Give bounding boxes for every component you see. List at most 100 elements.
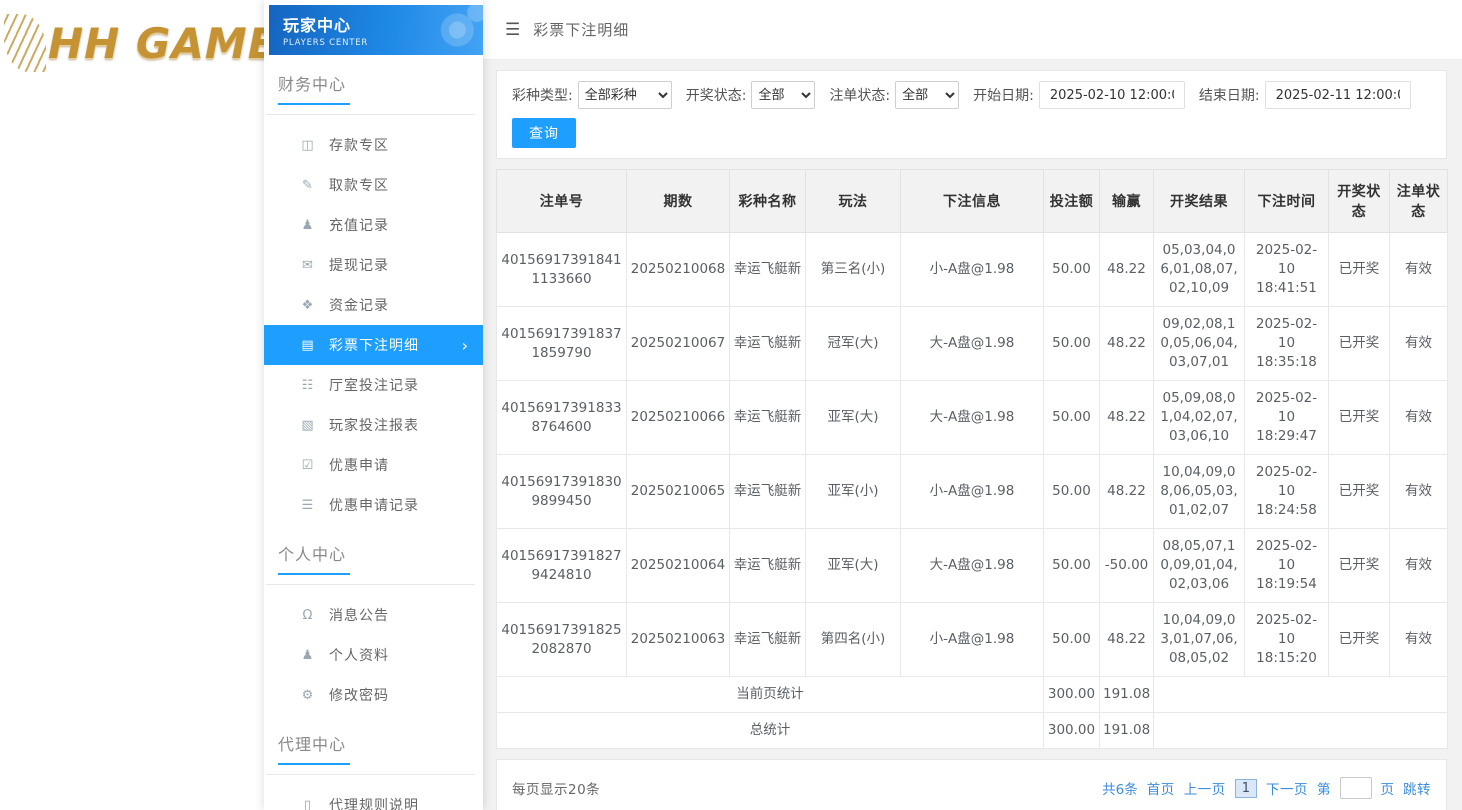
cashout-record-icon: ✉ — [300, 258, 316, 273]
column-header: 开奖结果 — [1154, 170, 1245, 233]
column-header: 玩法 — [806, 170, 901, 233]
table-cell: 大-A盘@1.98 — [901, 381, 1044, 455]
table-cell: 有效 — [1390, 381, 1448, 455]
announcement-bell-icon: Ω — [300, 608, 316, 623]
sidebar-item[interactable]: ♟充值记录 — [264, 205, 483, 245]
table-cell: 20250210065 — [627, 455, 730, 529]
pagination-jump-button[interactable]: 跳转 — [1403, 778, 1431, 798]
table-cell: 亚军(大) — [806, 529, 901, 603]
sidebar-item[interactable]: ❖资金记录 — [264, 285, 483, 325]
table-summary: 当前页统计 300.00 191.08 总统计 300.00 191.08 — [497, 677, 1448, 749]
search-button[interactable]: 查询 — [512, 118, 576, 148]
logo: HH GAME — [4, 14, 277, 72]
sidebar-section-title: 代理中心 — [264, 715, 483, 765]
table-cell: 2025-02-10 18:29:47 — [1245, 381, 1329, 455]
table-cell: 已开奖 — [1329, 603, 1390, 677]
table-body: 40156917391841113366020250210068幸运飞艇新第三名… — [497, 233, 1448, 677]
table-cell: 401569173918252082870 — [497, 603, 627, 677]
start-date-input[interactable] — [1039, 81, 1185, 109]
table-cell: 已开奖 — [1329, 233, 1390, 307]
grand-summary-empty — [1154, 713, 1448, 749]
pagination-jump-input[interactable] — [1340, 777, 1372, 799]
table-cell: 幸运飞艇新 — [730, 233, 806, 307]
pagination: 共6条 首页 上一页 1 下一页 第 页 跳转 — [1093, 777, 1431, 799]
change-password-gear-icon: ⚙ — [300, 688, 316, 703]
promo-apply-record-icon: ☰ — [300, 498, 316, 513]
column-header: 输赢 — [1100, 170, 1154, 233]
table-cell: 09,02,08,10,05,06,04,03,07,01 — [1154, 307, 1245, 381]
sidebar-item[interactable]: ✉提现记录 — [264, 245, 483, 285]
logo-text: HH GAME — [48, 19, 277, 68]
sidebar-item[interactable]: ◫存款专区 — [264, 125, 483, 165]
footer-panel: 每页显示20条 共6条 首页 上一页 1 下一页 第 页 跳转 — [496, 759, 1447, 810]
table-cell: 48.22 — [1100, 233, 1154, 307]
sidebar-item[interactable]: ☷ 厅室投注记录 — [264, 365, 483, 405]
sidebar-item[interactable]: ☑ 优惠申请 — [264, 445, 483, 485]
pagination-next-link[interactable]: 下一页 — [1266, 778, 1308, 798]
table-cell: 亚军(大) — [806, 381, 901, 455]
column-header: 下注信息 — [901, 170, 1044, 233]
pagination-total: 共6条 — [1102, 778, 1138, 798]
table-cell: 401569173918338764600 — [497, 381, 627, 455]
sidebar-item[interactable]: ♟个人资料 — [264, 635, 483, 675]
table-row: 40156917391830989945020250210065幸运飞艇新亚军(… — [497, 455, 1448, 529]
hamburger-menu-icon[interactable]: ☰ — [505, 20, 520, 40]
sidebar-item[interactable]: ▯代理规则说明 — [264, 785, 483, 810]
draw-status-select[interactable]: 全部 — [751, 81, 815, 109]
table-cell: 幸运飞艇新 — [730, 455, 806, 529]
sidebar-item[interactable]: ▧玩家投注报表 — [264, 405, 483, 445]
sidebar-item[interactable]: ▤彩票下注明细› — [264, 325, 483, 365]
grand-summary-winloss-total: 191.08 — [1100, 713, 1154, 749]
sidebar-item[interactable]: ⚙修改密码 — [264, 675, 483, 715]
table-cell: 冠军(大) — [806, 307, 901, 381]
app-window: HH GAME 玩家中心 PLAYERS CENTER 财务中心◫存款专区✎取款… — [0, 0, 1462, 810]
table-cell: 幸运飞艇新 — [730, 307, 806, 381]
table-cell: 05,09,08,01,04,02,07,03,06,10 — [1154, 381, 1245, 455]
topbar: ☰ 彩票下注明细 — [483, 0, 1462, 60]
table-cell: 亚军(小) — [806, 455, 901, 529]
promo-apply-icon: ☑ — [300, 458, 316, 473]
pagination-first-link[interactable]: 首页 — [1147, 778, 1175, 798]
sidebar-item-label: 优惠申请 — [329, 455, 389, 475]
page-summary-label: 当前页统计 — [497, 677, 1044, 713]
column-header: 期数 — [627, 170, 730, 233]
table-cell: 小-A盘@1.98 — [901, 603, 1044, 677]
sidebar-section-divider — [266, 584, 475, 585]
sidebar-item[interactable]: ☰ 优惠申请记录 — [264, 485, 483, 525]
table-cell: 48.22 — [1100, 307, 1154, 381]
sidebar-section-divider — [266, 114, 475, 115]
lottery-type-select[interactable]: 全部彩种 — [578, 81, 672, 109]
pagination-current-page[interactable]: 1 — [1235, 779, 1257, 798]
table-cell: 已开奖 — [1329, 529, 1390, 603]
sidebar-item[interactable]: ✎取款专区 — [264, 165, 483, 205]
grand-summary-label: 总统计 — [497, 713, 1044, 749]
sidebar-section-title: 个人中心 — [264, 525, 483, 575]
per-page-text: 每页显示20条 — [512, 778, 600, 798]
header-row: 注单号期数彩种名称玩法下注信息投注额输赢开奖结果下注时间开奖状态注单状态 — [497, 170, 1448, 233]
table-cell: 08,05,07,10,09,01,04,02,03,06 — [1154, 529, 1245, 603]
pagination-prev-link[interactable]: 上一页 — [1184, 778, 1226, 798]
table-cell: 20250210068 — [627, 233, 730, 307]
bets-table: 注单号期数彩种名称玩法下注信息投注额输赢开奖结果下注时间开奖状态注单状态 401… — [496, 169, 1448, 749]
page-summary-bet-total: 300.00 — [1044, 677, 1100, 713]
table-cell: 48.22 — [1100, 603, 1154, 677]
room-bet-record-icon: ☷ — [300, 378, 316, 393]
table-head: 注单号期数彩种名称玩法下注信息投注额输赢开奖结果下注时间开奖状态注单状态 — [497, 170, 1448, 233]
order-status-select[interactable]: 全部 — [895, 81, 959, 109]
table-row: 40156917391833876460020250210066幸运飞艇新亚军(… — [497, 381, 1448, 455]
table-cell: 05,03,04,06,01,08,07,02,10,09 — [1154, 233, 1245, 307]
table-cell: 20250210064 — [627, 529, 730, 603]
sidebar-item-label: 厅室投注记录 — [329, 375, 419, 395]
sidebar-item-label: 充值记录 — [329, 215, 389, 235]
content: 彩种类型: 全部彩种 开奖状态: 全部 注单状态: 全部 开始日期: 结束日期: — [483, 60, 1462, 810]
sidebar-item[interactable]: Ω消息公告 — [264, 595, 483, 635]
end-date-input[interactable] — [1265, 81, 1411, 109]
sidebar-item-label: 优惠申请记录 — [329, 495, 419, 515]
end-date-label: 结束日期: — [1199, 85, 1260, 105]
table-cell: 10,04,09,08,06,05,03,01,02,07 — [1154, 455, 1245, 529]
column-header: 开奖状态 — [1329, 170, 1390, 233]
table-cell: 50.00 — [1044, 529, 1100, 603]
table-cell: 401569173918371859790 — [497, 307, 627, 381]
sidebar-item-label: 资金记录 — [329, 295, 389, 315]
grand-summary-row: 总统计 300.00 191.08 — [497, 713, 1448, 749]
